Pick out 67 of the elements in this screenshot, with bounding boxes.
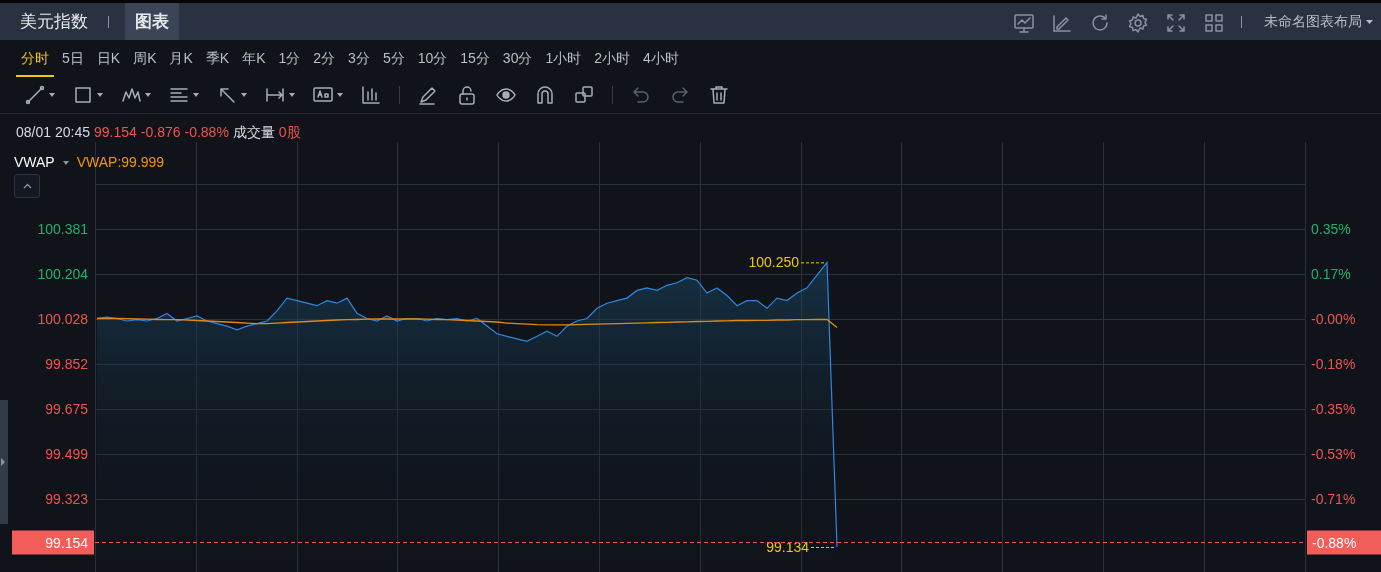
period-tab[interactable]: 周K	[128, 44, 162, 77]
trash-icon	[708, 84, 730, 106]
volume-value: 0股	[278, 123, 301, 142]
period-tab[interactable]: 4小时	[638, 44, 684, 77]
volume-label: 成交量	[232, 123, 275, 142]
quote-time: 08/01 20:45	[16, 123, 90, 142]
period-tab[interactable]: 1分	[273, 44, 306, 77]
percent-axis-label: -0.35%	[1311, 401, 1356, 417]
bar-chart-icon	[360, 84, 382, 106]
annotation: 100.250	[748, 254, 800, 271]
layout-menu[interactable]: 未命名图表布局	[1258, 11, 1377, 32]
copy-icon	[573, 84, 595, 106]
quote-change: -0.876	[140, 123, 181, 142]
caret-icon	[337, 93, 343, 97]
percent-axis-label: -0.00%	[1311, 311, 1356, 327]
trend-line-icon	[24, 84, 46, 106]
ref-line-label: 99.154	[45, 534, 89, 551]
caret-icon	[97, 93, 103, 97]
pencil-icon	[417, 84, 439, 106]
period-tab[interactable]: 1小时	[540, 44, 587, 77]
caret-icon	[1366, 19, 1373, 24]
undo-icon	[630, 84, 652, 106]
percent-axis-label: -0.18%	[1311, 355, 1356, 372]
period-tab[interactable]: 15分	[455, 44, 495, 77]
caret-up-icon	[22, 183, 32, 189]
period-tab[interactable]: 10分	[412, 44, 453, 77]
caret-icon	[62, 160, 69, 165]
period-tab[interactable]: 分时	[16, 44, 54, 77]
price-axis-label: 100.381	[37, 220, 88, 237]
caret-icon	[145, 93, 151, 97]
price-axis-label: 99.852	[45, 355, 88, 372]
redo-icon	[669, 84, 691, 106]
instrument-title: 美元指数	[19, 10, 89, 33]
percent-axis-label: 0.17%	[1311, 266, 1351, 283]
magnet-icon	[534, 84, 556, 106]
period-tab[interactable]: 季K	[200, 44, 235, 77]
period-tab[interactable]: 月K	[164, 44, 198, 77]
indicator-value: VWAP:99.999	[76, 153, 165, 172]
period-tab[interactable]: 2小时	[589, 44, 636, 77]
settings-icon[interactable]	[1127, 10, 1149, 33]
caret-icon	[193, 93, 199, 97]
caret-icon	[289, 93, 295, 97]
quote-price: 99.154	[93, 123, 137, 142]
last-price-tag: 99.154	[12, 530, 94, 555]
price-axis-label: 99.323	[45, 490, 88, 507]
period-tab[interactable]: 30分	[497, 44, 538, 77]
caret-icon	[241, 93, 247, 97]
last-percent-tag: -0.88%	[1307, 530, 1381, 555]
price-axis-label: 100.028	[37, 311, 88, 327]
period-tab[interactable]: 3分	[343, 44, 375, 77]
percent-axis-label: -0.53%	[1311, 445, 1356, 462]
unlock-icon	[456, 84, 478, 106]
indicator-menu[interactable]: VWAP	[14, 152, 69, 173]
period-tab[interactable]: 5分	[377, 44, 410, 77]
period-tab[interactable]: 5日	[57, 44, 89, 77]
period-tab[interactable]: 年K	[237, 44, 271, 77]
period-tab[interactable]: 2分	[308, 44, 341, 77]
caret-icon	[49, 93, 55, 97]
rectangle-icon	[72, 84, 94, 106]
price-axis-label: 99.499	[45, 445, 88, 462]
percent-axis-label: 0.35%	[1311, 220, 1351, 237]
percent-axis-label: -0.71%	[1311, 490, 1356, 507]
price-axis-label: 99.675	[45, 401, 88, 417]
chart-tab[interactable]: 图表	[125, 3, 179, 40]
price-axis-label: 100.204	[37, 266, 88, 283]
quote-change-percent: -0.88%	[184, 123, 229, 142]
period-tab[interactable]: 日K	[91, 44, 126, 77]
